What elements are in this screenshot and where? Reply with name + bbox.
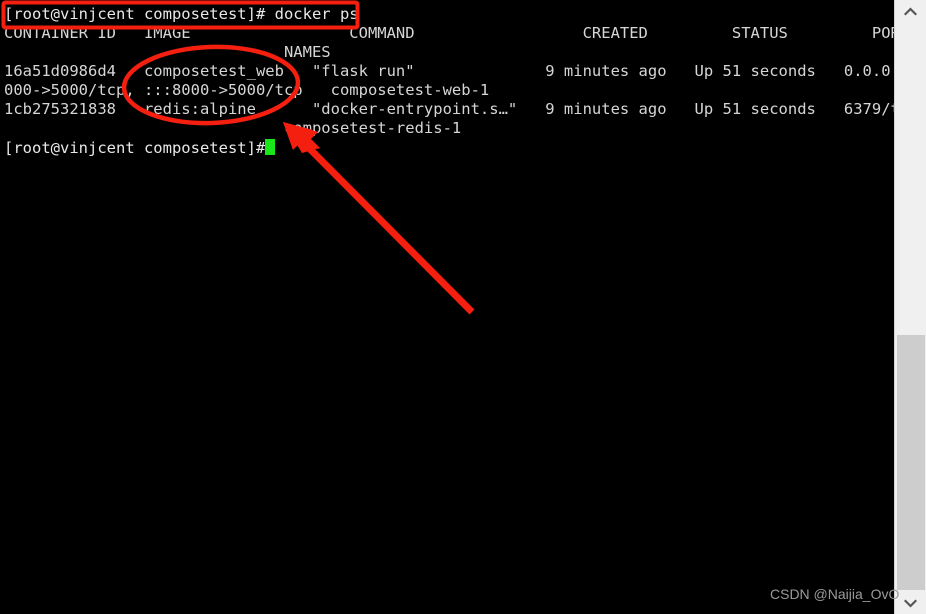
terminal-line-command: [root@vinjcent composetest]# docker ps — [4, 5, 359, 23]
scroll-up-arrow-icon[interactable] — [895, 0, 926, 22]
chevron-up-icon — [904, 6, 917, 16]
terminal-line-row-redis: 1cb275321838 redis:alpine "docker-entryp… — [4, 100, 894, 118]
scroll-down-arrow-icon[interactable] — [895, 592, 926, 614]
terminal-viewport[interactable]: [root@vinjcent composetest]# docker ps C… — [0, 0, 894, 614]
terminal-line-prompt: [root@vinjcent composetest]# — [4, 139, 266, 157]
csdn-watermark: CSDN @Naijia_OvO — [770, 586, 900, 602]
terminal-line-row-web-ports: 000->5000/tcp, :::8000->5000/tcp compose… — [4, 81, 490, 99]
screenshot-root: [root@vinjcent composetest]# docker ps C… — [0, 0, 926, 614]
terminal-line-header: CONTAINER ID IMAGE COMMAND CREATED STATU… — [4, 24, 894, 42]
scrollbar-thumb[interactable] — [897, 335, 925, 590]
vertical-scrollbar[interactable] — [894, 0, 926, 614]
terminal-line-header-names: NAMES — [4, 43, 331, 61]
terminal-line-row-redis-name: composetest-redis-1 — [4, 119, 462, 137]
chevron-down-icon — [904, 598, 917, 608]
block-cursor — [265, 139, 275, 155]
terminal-line-row-web: 16a51d0986d4 composetest_web "flask run"… — [4, 62, 894, 80]
